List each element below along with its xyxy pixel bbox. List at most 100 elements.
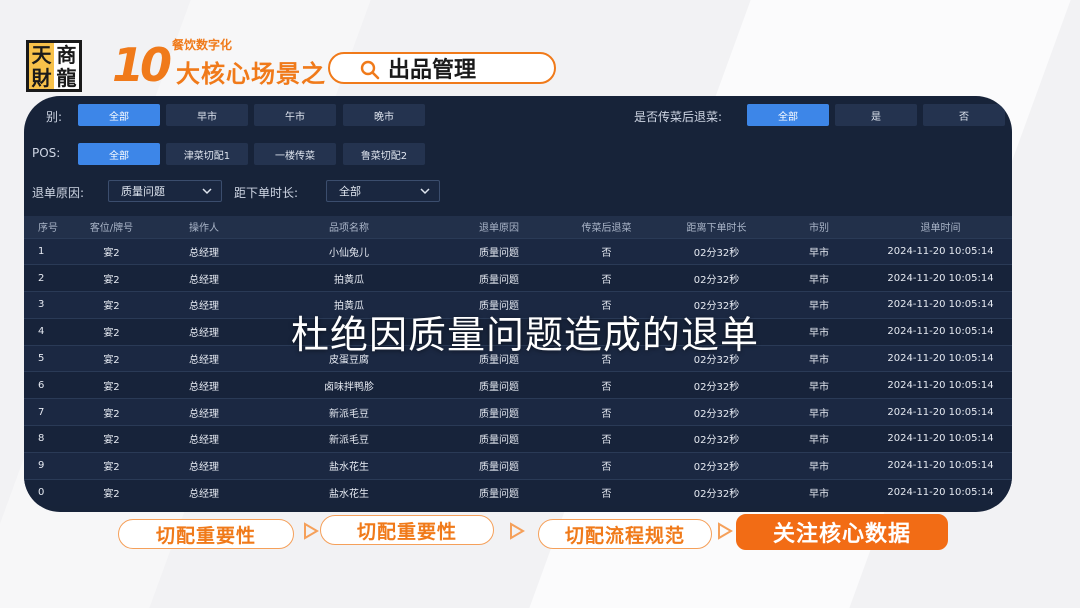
table-cell: 宴2 bbox=[64, 451, 159, 480]
column-header[interactable]: 退单时间 bbox=[869, 216, 1012, 238]
returns-table: 序号 客位/牌号 操作人 品项名称 退单原因 传菜后退菜 距离下单时长 市别 退… bbox=[24, 216, 1012, 506]
column-header[interactable]: 操作人 bbox=[159, 216, 249, 238]
pos-chip-2[interactable]: 一楼传菜 bbox=[254, 143, 336, 165]
table-cell: 2024-11-20 10:05:14 bbox=[869, 237, 1012, 265]
table-cell: 宴2 bbox=[64, 264, 159, 292]
table-cell: 拍黄瓜 bbox=[249, 264, 449, 292]
step-2: 切配重要性 bbox=[320, 515, 494, 545]
table-row[interactable]: 1 宴2 总经理 小仙兔儿 质量问题否 02分32秒 早市 2024-11-20 10:05:… bbox=[24, 237, 1012, 265]
table-row[interactable]: 2 宴2 总经理 拍黄瓜 质量问题否 02分32秒 早市 2024-11-20 10:05:1… bbox=[24, 264, 1012, 292]
table-cell: 新派毛豆 bbox=[249, 425, 449, 453]
step-1: 切配重要性 bbox=[118, 519, 294, 549]
chevron-down-icon bbox=[420, 188, 430, 195]
subtitle: 餐饮数字化 bbox=[172, 38, 233, 52]
table-cell: 1 bbox=[24, 237, 64, 265]
table-cell: 早市 bbox=[769, 264, 869, 292]
table-cell: 早市 bbox=[769, 425, 869, 453]
table-cell: 早市 bbox=[769, 478, 869, 506]
table-cell: 盐水花生 bbox=[249, 451, 449, 480]
table-cell: 卤味拌鸭胗 bbox=[249, 371, 449, 399]
logo-char: 天 bbox=[31, 42, 52, 67]
pos-chip-all[interactable]: 全部 bbox=[78, 143, 160, 165]
table-cell: 早市 bbox=[769, 451, 869, 480]
table-cell: 质量问题 bbox=[449, 371, 549, 399]
market-chip-noon[interactable]: 午市 bbox=[254, 104, 336, 126]
table-cell: 2024-11-20 10:05:14 bbox=[869, 398, 1012, 426]
table-cell: 总经理 bbox=[159, 398, 249, 426]
table-cell: 宴2 bbox=[64, 425, 159, 453]
column-header[interactable]: 退单原因 bbox=[449, 216, 549, 238]
column-header[interactable]: 传菜后退菜 bbox=[549, 216, 664, 238]
reason-filter-label: 退单原因: bbox=[32, 186, 85, 200]
market-filter-label: 别: bbox=[46, 110, 63, 124]
table-row[interactable]: 8 宴2 总经理 新派毛豆 质量问题否 02分32秒 早市 2024-11-20 10:05:… bbox=[24, 425, 1012, 453]
table-cell: 否 bbox=[549, 425, 664, 453]
table-cell: 2024-11-20 10:05:14 bbox=[869, 264, 1012, 292]
headline: 大核心场景之 bbox=[176, 60, 326, 88]
table-cell: 质量问题 bbox=[449, 478, 549, 506]
pos-chip-1[interactable]: 津菜切配1 bbox=[166, 143, 248, 165]
table-row[interactable]: 6 宴2 总经理 卤味拌鸭胗 质量问题否 02分32秒 早市 2024-11-20 10:05… bbox=[24, 371, 1012, 399]
table-cell: 质量问题 bbox=[449, 264, 549, 292]
table-cell: 宴2 bbox=[64, 398, 159, 426]
table-cell: 否 bbox=[549, 264, 664, 292]
column-header[interactable]: 市别 bbox=[769, 216, 869, 238]
table-row[interactable]: 7 宴2 总经理 新派毛豆 质量问题否 02分32秒 早市 2024-11-20 10:05:… bbox=[24, 398, 1012, 426]
overlay-caption: 杜绝因质量问题造成的退单 bbox=[290, 313, 759, 357]
table-cell: 早市 bbox=[769, 398, 869, 426]
table-row[interactable]: 9 宴2 总经理 盐水花生 质量问题否 02分32秒 早市 2024-11-20 10:05:… bbox=[24, 451, 1012, 480]
table-cell: 02分32秒 bbox=[664, 237, 769, 265]
return-after-chip-yes[interactable]: 是 bbox=[835, 104, 917, 126]
column-header[interactable]: 客位/牌号 bbox=[64, 216, 159, 238]
table-cell: 9 bbox=[24, 451, 64, 480]
table-cell: 否 bbox=[549, 451, 664, 480]
return-after-chip-all[interactable]: 全部 bbox=[747, 104, 829, 126]
column-header[interactable]: 距离下单时长 bbox=[664, 216, 769, 238]
table-cell: 早市 bbox=[769, 237, 869, 265]
table-cell: 总经理 bbox=[159, 478, 249, 506]
table-cell: 否 bbox=[549, 398, 664, 426]
table-cell: 质量问题 bbox=[449, 451, 549, 480]
table-cell: 6 bbox=[24, 371, 64, 399]
pos-chip-3[interactable]: 鲁菜切配2 bbox=[343, 143, 425, 165]
reason-select[interactable]: 质量问题 bbox=[108, 180, 222, 202]
table-cell: 质量问题 bbox=[449, 425, 549, 453]
column-header[interactable]: 序号 bbox=[24, 216, 64, 238]
topic-title: 出品管理 bbox=[388, 58, 477, 83]
return-after-label: 是否传菜后退菜: bbox=[634, 110, 723, 124]
elapsed-filter-label: 距下单时长: bbox=[234, 186, 299, 200]
table-cell: 2 bbox=[24, 264, 64, 292]
play-arrow-icon bbox=[718, 522, 733, 540]
brand-logo: 天 商 財 龍 bbox=[26, 40, 82, 92]
chevron-down-icon bbox=[202, 188, 212, 195]
table-cell: 0 bbox=[24, 478, 64, 506]
series-number: 10 bbox=[112, 38, 172, 92]
play-arrow-icon bbox=[304, 522, 319, 540]
table-cell: 新派毛豆 bbox=[249, 398, 449, 426]
table-cell: 总经理 bbox=[159, 425, 249, 453]
table-cell: 02分32秒 bbox=[664, 398, 769, 426]
table-cell: 否 bbox=[549, 478, 664, 506]
table-cell: 质量问题 bbox=[449, 237, 549, 265]
table-cell: 2024-11-20 10:05:14 bbox=[869, 371, 1012, 399]
logo-char: 商 bbox=[54, 43, 79, 66]
market-chip-morning[interactable]: 早市 bbox=[166, 104, 248, 126]
logo-char: 龍 bbox=[54, 66, 79, 89]
table-row[interactable]: 0 宴2 总经理 盐水花生 质量问题否 02分32秒 早市 2024-11-20 10:05:… bbox=[24, 478, 1012, 506]
market-chip-evening[interactable]: 晚市 bbox=[343, 104, 425, 126]
table-cell: 2024-11-20 10:05:14 bbox=[869, 478, 1012, 506]
table-cell: 小仙兔儿 bbox=[249, 237, 449, 265]
table-cell: 2024-11-20 10:05:14 bbox=[869, 425, 1012, 453]
elapsed-select[interactable]: 全部 bbox=[326, 180, 440, 202]
market-chip-all[interactable]: 全部 bbox=[78, 104, 160, 126]
table-cell: 质量问题 bbox=[449, 398, 549, 426]
column-header[interactable]: 品项名称 bbox=[249, 216, 449, 238]
table-cell: 8 bbox=[24, 425, 64, 453]
table-cell: 02分32秒 bbox=[664, 264, 769, 292]
table-cell: 02分32秒 bbox=[664, 451, 769, 480]
table-cell: 早市 bbox=[769, 371, 869, 399]
table-cell: 总经理 bbox=[159, 451, 249, 480]
return-after-chip-no[interactable]: 否 bbox=[923, 104, 1005, 126]
table-cell: 02分32秒 bbox=[664, 425, 769, 453]
table-cell: 宴2 bbox=[64, 371, 159, 399]
